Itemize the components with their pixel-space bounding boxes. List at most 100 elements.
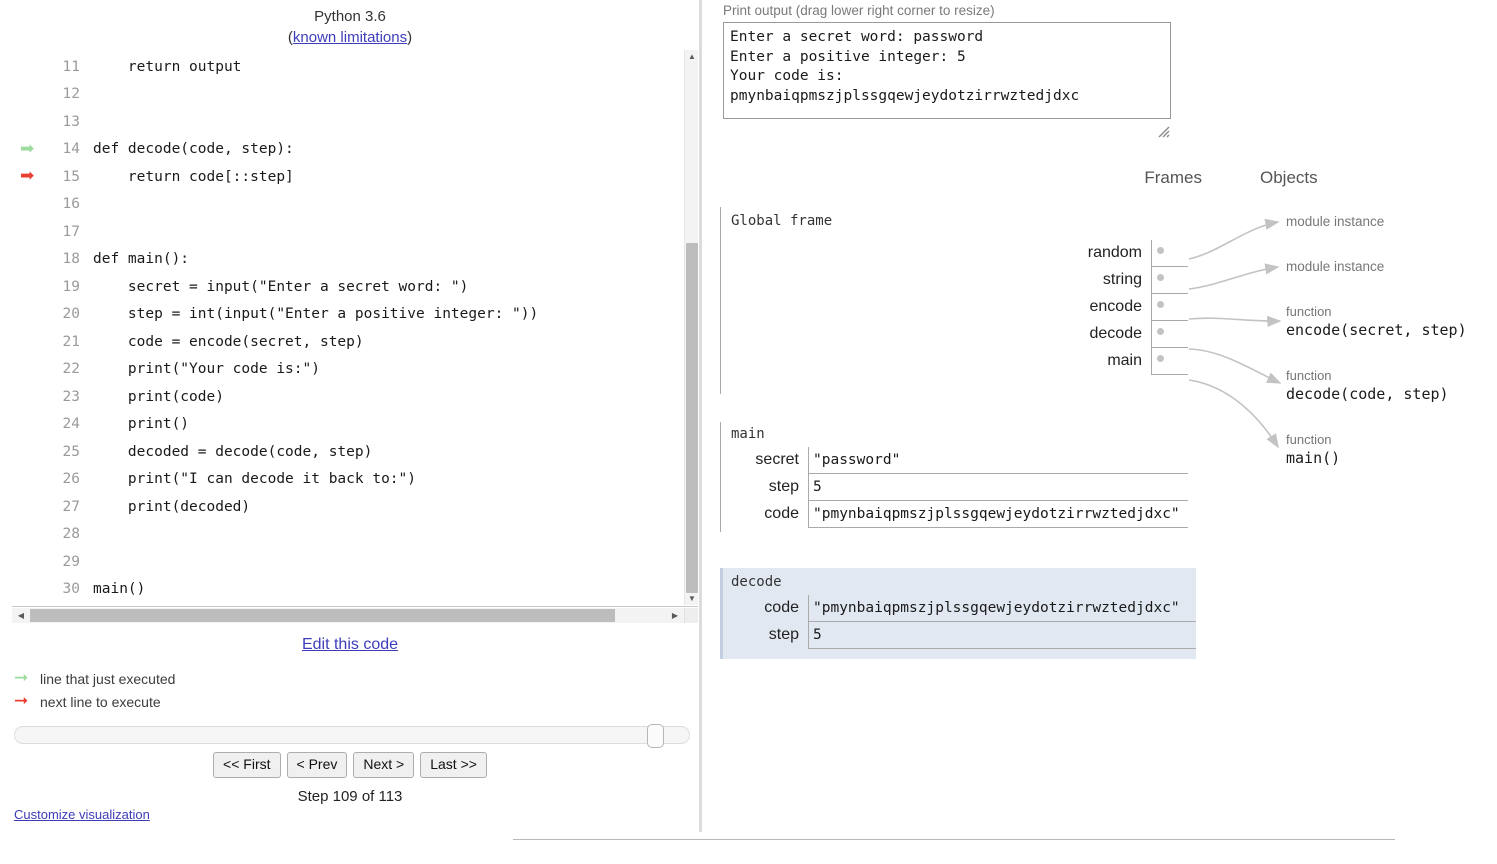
variable-row: code "pmynbaiqpmszjplssgqewjeydotzirrwzte…: [731, 501, 1188, 528]
code-line: 13: [12, 108, 684, 136]
code-line: 19 secret = input("Enter a secret word: …: [12, 273, 684, 301]
pointer-dot-icon: [1157, 274, 1164, 281]
code-line-text: print(): [93, 416, 190, 433]
variable-value: [1151, 321, 1188, 348]
code-line-number: 16: [62, 196, 80, 213]
customize-visualization-container: Customize visualization: [14, 807, 150, 822]
object-type-label: function: [1286, 432, 1332, 447]
object-signature: main(): [1286, 449, 1341, 467]
code-line-text: def main():: [93, 251, 190, 268]
next-button[interactable]: Next >: [353, 752, 415, 778]
first-button[interactable]: << First: [213, 752, 281, 778]
step-slider-handle[interactable]: [647, 724, 664, 748]
global-frame: Global frame random string encode decode mai…: [720, 207, 1188, 394]
variable-value: [1151, 267, 1188, 294]
resize-handle-icon[interactable]: [1158, 126, 1170, 138]
code-line-number: 30: [62, 581, 80, 598]
scroll-right-icon[interactable]: ▶: [668, 608, 682, 623]
known-limitations-link[interactable]: known limitations: [293, 29, 407, 46]
variable-value: 5: [808, 622, 1196, 649]
vertical-scroll-thumb[interactable]: [686, 243, 698, 593]
code-line: 21 code = encode(secret, step): [12, 328, 684, 356]
object-module-string: module instance: [1286, 259, 1384, 274]
object-function-main: function main(): [1286, 432, 1340, 468]
variable-name: step: [768, 626, 799, 643]
print-output-box: Enter a secret word: password Enter a po…: [723, 22, 1171, 119]
scrollbar-corner: [684, 608, 698, 623]
code-line: 28: [12, 521, 684, 549]
code-line-text: print("I can decode it back to:"): [93, 471, 417, 488]
code-horizontal-scrollbar[interactable]: ◀ ▶: [12, 608, 698, 623]
edit-this-code-link[interactable]: Edit this code: [302, 636, 398, 653]
code-line: 29: [12, 548, 684, 576]
code-line-number: 20: [62, 306, 80, 323]
customize-visualization-link[interactable]: Customize visualization: [14, 807, 150, 822]
code-line-text: main(): [93, 581, 146, 598]
scroll-up-icon[interactable]: ▲: [685, 50, 699, 63]
variable-value: [1151, 348, 1188, 375]
variable-row: encode: [721, 294, 1188, 321]
code-line-number: 13: [62, 113, 80, 130]
code-line-text: return output: [93, 58, 242, 75]
pointer-dot-icon: [1157, 328, 1164, 335]
code-line-number: 18: [62, 251, 80, 268]
pointer-dot-icon: [1157, 247, 1164, 254]
code-line: ➡ 14 def decode(code, step):: [12, 136, 684, 164]
horizontal-scroll-thumb[interactable]: [30, 609, 615, 622]
object-type-label: module instance: [1286, 259, 1385, 274]
code-line-number: 17: [62, 223, 80, 240]
code-vertical-scrollbar[interactable]: ▲ ▼: [684, 50, 698, 605]
legend-row-executed: ➞ line that just executed: [14, 667, 414, 690]
code-line-number: 22: [62, 361, 80, 378]
step-counter: Step 109 of 113: [297, 788, 403, 805]
code-line: 30 main(): [12, 576, 684, 604]
code-line: 22 print("Your code is:"): [12, 356, 684, 384]
objects-header: Objects: [1260, 168, 1318, 187]
code-line: 25 decoded = decode(code, step): [12, 438, 684, 466]
bottom-horizontal-rule: [513, 839, 1395, 840]
code-line-number: 24: [62, 416, 80, 433]
code-line-number: 29: [62, 553, 80, 570]
main-frame: main secret "password" step 5 code "pmynbaiqp…: [720, 422, 1188, 532]
code-line-number: 25: [62, 443, 80, 460]
global-frame-variables: random string encode decode main: [721, 240, 1188, 375]
paren-close: ): [407, 29, 413, 46]
navigation-buttons: << First < Prev Next > Last >>: [0, 752, 700, 778]
last-button[interactable]: Last >>: [420, 752, 487, 778]
variable-value: "pmynbaiqpmszjplssgqewjeydotzirrwztedjdx…: [808, 595, 1196, 622]
code-line: 16: [12, 191, 684, 219]
code-line-number: 14: [62, 141, 80, 158]
variable-name: encode: [1089, 298, 1143, 315]
prev-button[interactable]: < Prev: [286, 752, 348, 778]
step-slider[interactable]: [14, 724, 690, 748]
code-line-number: 15: [62, 168, 80, 185]
variable-name: string: [1102, 271, 1142, 288]
execution-legend: ➞ line that just executed ➞ next line to…: [14, 667, 414, 713]
variable-value: 5: [808, 474, 1188, 501]
variable-name: decode: [1089, 325, 1143, 342]
scroll-left-icon[interactable]: ◀: [14, 608, 28, 623]
variable-value: [1151, 240, 1188, 267]
red-arrow-icon: ➡: [20, 166, 35, 187]
code-scroll-area: 11 return output 12 13 ➡ 14 def decode(code, …: [12, 50, 684, 605]
decode-frame-variables: code "pmynbaiqpmszjplssgqewjeydotzirrwzte…: [731, 595, 1196, 649]
code-line-number: 12: [62, 86, 80, 103]
decode-frame-label: decode: [731, 574, 782, 590]
code-line-text: secret = input("Enter a secret word: "): [93, 278, 469, 295]
legend-executed-label: line that just executed: [40, 670, 176, 687]
code-line: 12: [12, 81, 684, 109]
code-line-text: step = int(input("Enter a positive integ…: [93, 306, 539, 323]
variable-name: random: [1087, 244, 1142, 261]
object-module-random: module instance: [1286, 214, 1384, 229]
visualization-panel: Print output (drag lower right corner to…: [700, 0, 1497, 864]
code-line: 17: [12, 218, 684, 246]
code-line: 20 step = int(input("Enter a positive in…: [12, 301, 684, 329]
code-line-number: 27: [62, 498, 80, 515]
code-line: 18 def main():: [12, 246, 684, 274]
variable-value: [1151, 294, 1188, 321]
code-line-number: 26: [62, 471, 80, 488]
variable-name: code: [764, 505, 799, 522]
variable-value: "pmynbaiqpmszjplssgqewjeydotzirrwztedjdx…: [808, 501, 1188, 528]
language-header: Python 3.6 (known limitations): [0, 6, 700, 48]
scroll-down-icon[interactable]: ▼: [685, 592, 699, 605]
